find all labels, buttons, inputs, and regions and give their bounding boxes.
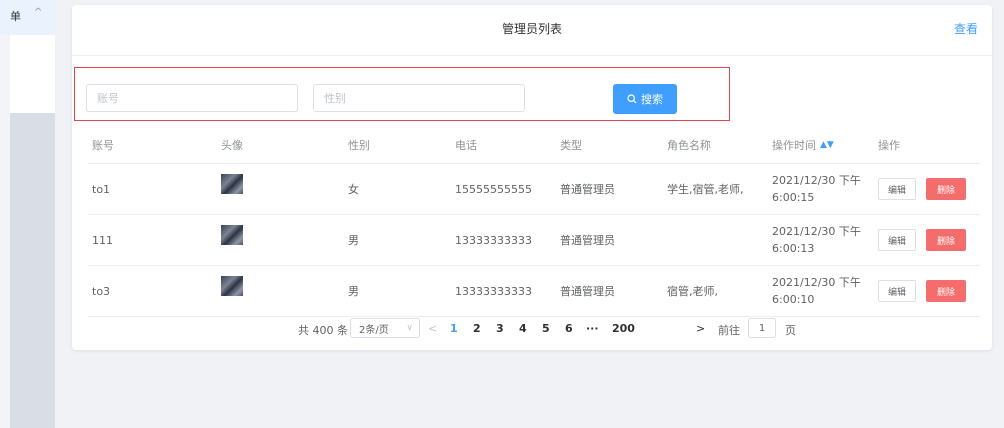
cell-avatar [221, 266, 243, 316]
column-header-time-label: 操作时间 [772, 138, 816, 152]
page-number-5[interactable]: 5 [542, 322, 550, 335]
search-icon [627, 94, 637, 104]
avatar [221, 225, 243, 245]
cell-account: 111 [92, 233, 113, 247]
cell-time: 2021/12/30 下午6:00:10 [772, 276, 861, 306]
cell-type: 普通管理员 [560, 285, 615, 298]
cell-ops: 编辑 删除 [878, 215, 966, 265]
sort-icon[interactable]: ▲▼ [820, 137, 834, 154]
column-header-type: 类型 [560, 139, 582, 152]
delete-button[interactable]: 删除 [926, 229, 966, 251]
cell-phone: 15555555555 [455, 182, 532, 196]
page-title: 管理员列表 [501, 22, 562, 36]
goto-label: 前往 [718, 324, 740, 337]
page-size-value: 2条/页 [359, 324, 389, 336]
cell-phone: 13333333333 [455, 284, 532, 298]
next-page-button[interactable]: > [696, 322, 705, 335]
cell-time: 2021/12/30 下午6:00:13 [772, 225, 861, 255]
table-row: to3 男 13333333333 普通管理员 宿管,老师, 2021/12/3… [88, 266, 980, 317]
cell-type: 普通管理员 [560, 183, 615, 196]
table-row: 111 男 13333333333 普通管理员 2021/12/30 下午6:0… [88, 215, 980, 266]
edit-button[interactable]: 编辑 [878, 229, 916, 251]
page-number-200[interactable]: 200 [612, 322, 635, 335]
admin-table: 账号 头像 性别 电话 类型 角色名称 操作时间 ▲▼ 操作 to1 女 155… [88, 127, 980, 317]
cell-gender: 男 [348, 285, 359, 298]
account-input[interactable] [86, 84, 298, 112]
page-number-4[interactable]: 4 [519, 322, 527, 335]
pagination-total: 共 400 条 [298, 324, 348, 337]
chevron-up-icon[interactable]: ^ [34, 7, 42, 18]
table-header: 账号 头像 性别 电话 类型 角色名称 操作时间 ▲▼ 操作 [88, 127, 980, 164]
page-number-2[interactable]: 2 [473, 322, 481, 335]
gender-input[interactable] [313, 84, 525, 112]
sidebar-panel [10, 35, 55, 113]
cell-ops: 编辑 删除 [878, 266, 966, 316]
sidebar-background [10, 113, 55, 428]
cell-gender: 女 [348, 183, 359, 196]
view-link[interactable]: 查看 [954, 20, 978, 37]
cell-role: 学生,宿管,老师, [667, 183, 744, 196]
cell-avatar [221, 215, 243, 265]
edit-button[interactable]: 编辑 [878, 280, 916, 302]
sidebar: 单 ^ [0, 0, 55, 428]
prev-page-button[interactable]: < [428, 322, 437, 335]
cell-avatar [221, 164, 243, 214]
search-button-label: 搜索 [641, 93, 663, 106]
admin-list-card: 管理员列表 查看 搜索 账号 头像 性别 电话 类型 角色名称 操作时间 ▲▼ … [72, 5, 992, 350]
cell-time: 2021/12/30 下午6:00:15 [772, 174, 861, 204]
page-number-1[interactable]: 1 [450, 322, 458, 335]
page-suffix: 页 [785, 324, 796, 337]
page-number-3[interactable]: 3 [496, 322, 504, 335]
sidebar-menu-label: 单 [10, 10, 21, 23]
delete-button[interactable]: 删除 [926, 280, 966, 302]
page-ellipsis[interactable]: ··· [586, 322, 599, 335]
cell-account: to1 [92, 182, 111, 196]
sidebar-menu-item[interactable]: 单 ^ [0, 0, 55, 35]
card-header: 管理员列表 查看 [72, 5, 992, 56]
cell-phone: 13333333333 [455, 233, 532, 247]
column-header-phone: 电话 [455, 139, 477, 152]
cell-role: 宿管,老师, [667, 285, 718, 298]
pagination: 共 400 条 2条/页 ∨ < 1 2 3 4 5 6 ··· 200 > 前… [72, 318, 992, 340]
chevron-down-icon: ∨ [406, 323, 413, 333]
column-header-time[interactable]: 操作时间 ▲▼ [772, 127, 872, 163]
table-row: to1 女 15555555555 普通管理员 学生,宿管,老师, 2021/1… [88, 164, 980, 215]
cell-type: 普通管理员 [560, 234, 615, 247]
avatar [221, 174, 243, 194]
search-button[interactable]: 搜索 [613, 84, 677, 114]
goto-page-input[interactable] [748, 318, 776, 338]
cell-gender: 男 [348, 234, 359, 247]
column-header-avatar: 头像 [221, 139, 243, 152]
cell-account: to3 [92, 284, 111, 298]
column-header-account: 账号 [92, 139, 114, 152]
avatar [221, 276, 243, 296]
delete-button[interactable]: 删除 [926, 178, 966, 200]
edit-button[interactable]: 编辑 [878, 178, 916, 200]
page-size-select[interactable]: 2条/页 ∨ [350, 318, 420, 338]
page-number-6[interactable]: 6 [565, 322, 573, 335]
column-header-role: 角色名称 [667, 139, 711, 152]
column-header-ops: 操作 [878, 139, 900, 152]
cell-ops: 编辑 删除 [878, 164, 966, 214]
column-header-gender: 性别 [348, 139, 370, 152]
